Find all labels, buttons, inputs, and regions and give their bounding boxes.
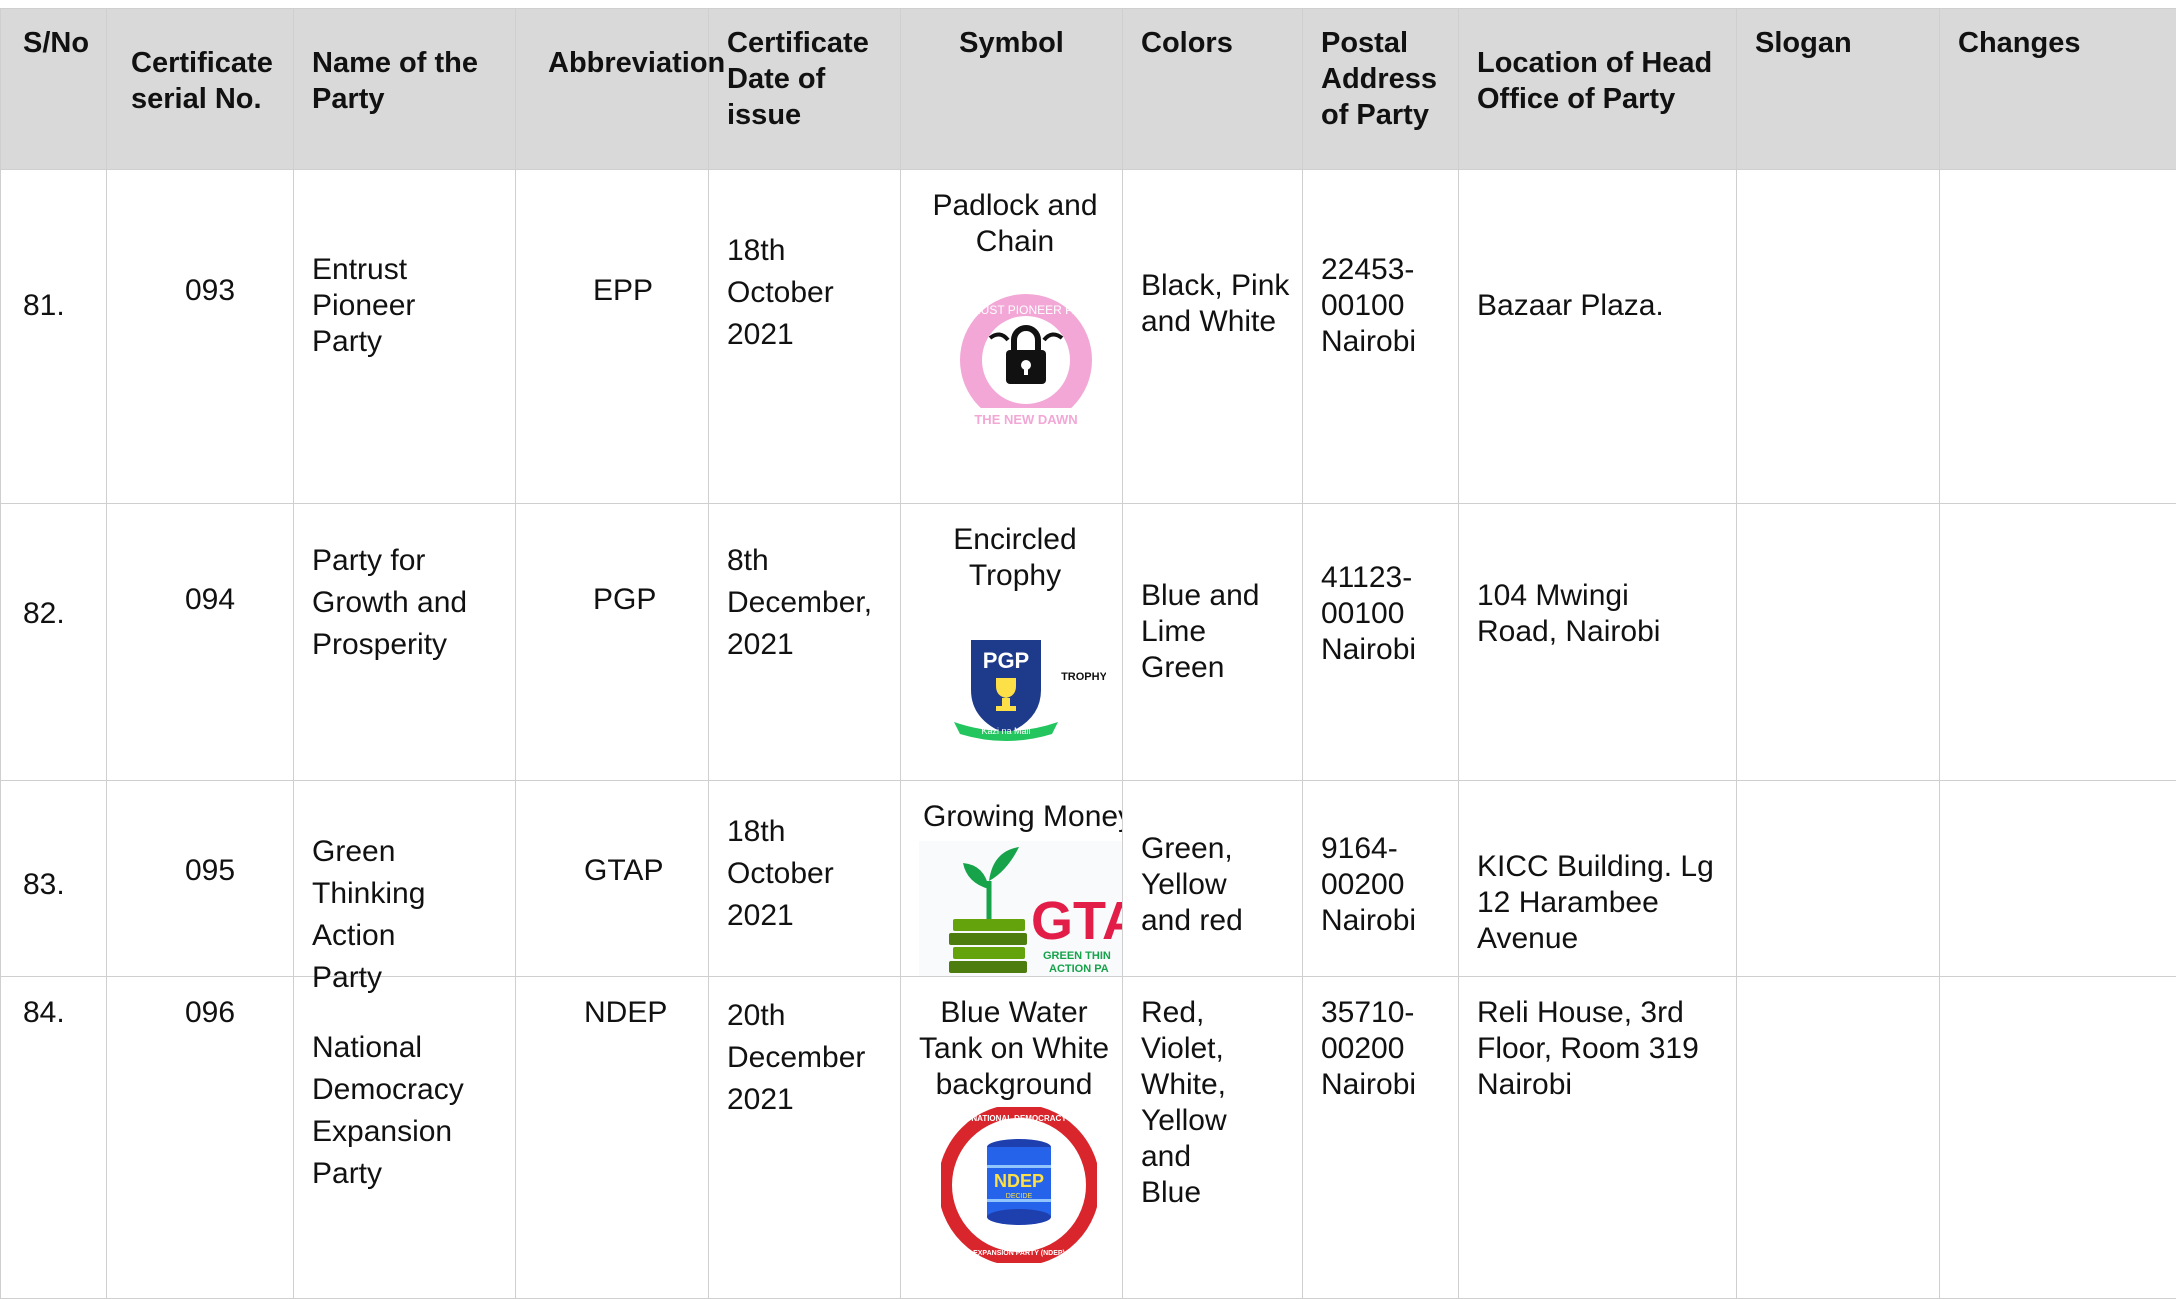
- svg-text:GTA: GTA: [1031, 891, 1123, 951]
- svg-text:Kazi na Mali: Kazi na Mali: [981, 726, 1030, 736]
- header-changes: Changes: [1940, 9, 2176, 170]
- cell-colors: Blue and Lime Green: [1123, 504, 1303, 781]
- table-row: 83. 095 Green Thinking Action Party GTAP…: [1, 781, 2176, 977]
- header-date-of-issue: Certificate Date of issue: [709, 9, 901, 170]
- cell-postal: 22453-00100 Nairobi: [1303, 170, 1459, 504]
- header-party-name: Name of the Party: [294, 9, 516, 170]
- cell-colors: Black, Pink and White: [1123, 170, 1303, 504]
- cell-symbol: Growing Money GTA GREEN THIN ACTION PA: [901, 781, 1123, 977]
- table-row: 82. 094 Party for Growth and Prosperity …: [1, 504, 2176, 781]
- party-register-table: S/No Certificate serial No. Name of the …: [0, 8, 2176, 1299]
- cell-changes: [1940, 977, 2176, 1299]
- svg-text:PGP: PGP: [983, 648, 1029, 673]
- svg-text:DECIDE: DECIDE: [1006, 1193, 1033, 1200]
- cell-changes: [1940, 170, 2176, 504]
- header-certificate-serial: Certificate serial No.: [107, 9, 294, 170]
- cell-party-name: National Democracy Expansion Party: [294, 977, 516, 1299]
- svg-text:NDEP: NDEP: [994, 1171, 1044, 1191]
- cell-head-office: KICC Building. Lg 12 Harambee Avenue: [1459, 781, 1737, 977]
- cell-sno: 84.: [1, 977, 107, 1299]
- cell-abbreviation: GTAP: [516, 781, 709, 977]
- header-row: S/No Certificate serial No. Name of the …: [1, 9, 2176, 170]
- cell-symbol: Blue Water Tank on White background NDEP…: [901, 977, 1123, 1299]
- cell-colors: Green, Yellow and red: [1123, 781, 1303, 977]
- cell-serial: 094: [107, 504, 294, 781]
- cell-sno: 82.: [1, 504, 107, 781]
- cell-abbreviation: EPP: [516, 170, 709, 504]
- header-postal-address: Postal Address of Party: [1303, 9, 1459, 170]
- header-head-office: Location of Head Office of Party: [1459, 9, 1737, 170]
- svg-text:TROPHY: TROPHY: [1061, 671, 1106, 683]
- cell-postal: 41123-00100 Nairobi: [1303, 504, 1459, 781]
- svg-text:ACTION PA: ACTION PA: [1049, 963, 1109, 975]
- cell-symbol: Padlock and Chain ENTRUST PIONEER PARTY …: [901, 170, 1123, 504]
- cell-date: 8th December, 2021: [709, 504, 901, 781]
- cell-party-name: Party for Growth and Prosperity: [294, 504, 516, 781]
- cell-sno: 83.: [1, 781, 107, 977]
- cell-abbreviation: NDEP: [516, 977, 709, 1299]
- cell-slogan: [1737, 504, 1940, 781]
- cell-postal: 35710-00200 Nairobi: [1303, 977, 1459, 1299]
- svg-text:ENTRUST PIONEER PARTY: ENTRUST PIONEER PARTY: [948, 303, 1104, 317]
- cell-slogan: [1737, 781, 1940, 977]
- cell-serial: 093: [107, 170, 294, 504]
- cell-serial: 095: [107, 781, 294, 977]
- cell-date: 20th December 2021: [709, 977, 901, 1299]
- svg-text:THE NEW DAWN: THE NEW DAWN: [974, 412, 1077, 427]
- cell-head-office: 104 Mwingi Road, Nairobi: [1459, 504, 1737, 781]
- svg-text:NATIONAL DEMOCRACY: NATIONAL DEMOCRACY: [971, 1114, 1067, 1123]
- cell-party-name: Entrust Pioneer Party: [294, 170, 516, 504]
- cell-changes: [1940, 504, 2176, 781]
- cell-party-name: Green Thinking Action Party: [294, 781, 516, 977]
- cell-head-office: Bazaar Plaza.: [1459, 170, 1737, 504]
- cell-head-office: Reli House, 3rd Floor, Room 319 Nairobi: [1459, 977, 1737, 1299]
- cell-abbreviation: PGP: [516, 504, 709, 781]
- encircled-trophy-logo: PGP Kazi na Mali TROPHY: [946, 634, 1106, 744]
- cell-date: 18th October 2021: [709, 170, 901, 504]
- cell-sno: 81.: [1, 170, 107, 504]
- water-tank-logo: NDEP DECIDE NATIONAL DEMOCRACY EXPANSION…: [941, 1107, 1097, 1263]
- svg-text:GREEN THIN: GREEN THIN: [1043, 950, 1111, 962]
- cell-postal: 9164-00200 Nairobi: [1303, 781, 1459, 977]
- padlock-chain-logo: ENTRUST PIONEER PARTY THE NEW DAWN: [946, 290, 1106, 430]
- cell-colors: Red, Violet, White, Yellow and Blue: [1123, 977, 1303, 1299]
- header-symbol: Symbol: [901, 9, 1123, 170]
- header-abbreviation: Abbreviation: [516, 9, 709, 170]
- cell-changes: [1940, 781, 2176, 977]
- svg-text:EXPANSION PARTY (NDEP): EXPANSION PARTY (NDEP): [973, 1250, 1065, 1257]
- party-register-sheet: S/No Certificate serial No. Name of the …: [0, 8, 2176, 1296]
- header-slogan: Slogan: [1737, 9, 1940, 170]
- header-sno: S/No: [1, 9, 107, 170]
- table-row: 81. 093 Entrust Pioneer Party EPP 18th O…: [1, 170, 2176, 504]
- table-row: 84. 096 National Democracy Expansion Par…: [1, 977, 2176, 1299]
- growing-money-logo: GTA GREEN THIN ACTION PA: [919, 841, 1123, 976]
- cell-serial: 096: [107, 977, 294, 1299]
- header-colors: Colors: [1123, 9, 1303, 170]
- cell-date: 18th October 2021: [709, 781, 901, 977]
- cell-slogan: [1737, 977, 1940, 1299]
- cell-slogan: [1737, 170, 1940, 504]
- cell-symbol: Encircled Trophy PGP Kazi na Mali TROPHY: [901, 504, 1123, 781]
